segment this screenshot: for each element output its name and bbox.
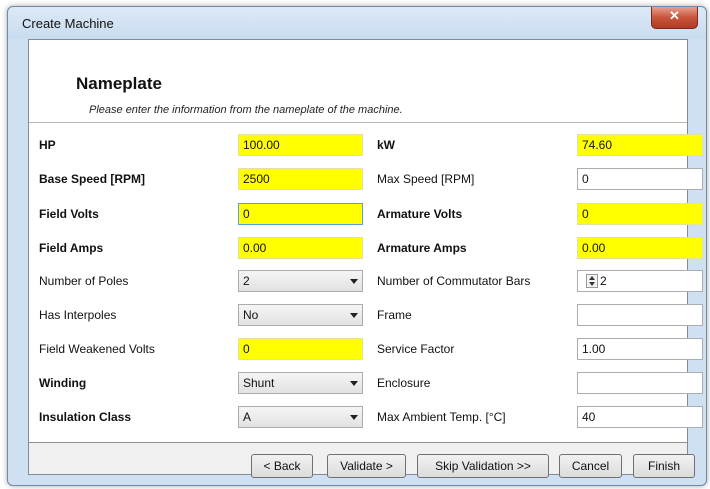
max-ambient-temp-label: Max Ambient Temp. [°C]: [377, 410, 506, 424]
armature-amps-label: Armature Amps: [377, 241, 467, 255]
insulation-class-value: A: [243, 410, 252, 424]
insulation-class-select[interactable]: A: [238, 406, 363, 428]
kw-label: kW: [377, 138, 395, 152]
insulation-class-label: Insulation Class: [39, 410, 132, 424]
number-of-poles-value: 2: [243, 274, 250, 288]
close-icon[interactable]: ✕: [652, 8, 697, 24]
base-speed-label: Base Speed [RPM]: [39, 172, 146, 186]
max-ambient-temp-input[interactable]: 40: [577, 406, 703, 428]
service-factor-label: Service Factor: [377, 342, 455, 356]
has-interpoles-label: Has Interpoles: [39, 308, 117, 322]
window-title: Create Machine: [22, 16, 114, 31]
dialog-body: Nameplate Please enter the information f…: [28, 39, 703, 475]
cancel-button[interactable]: Cancel: [559, 454, 622, 478]
close-button[interactable]: ✕: [651, 7, 698, 29]
chevron-down-icon[interactable]: [350, 415, 358, 420]
finish-button[interactable]: Finish: [633, 454, 695, 478]
enclosure-label: Enclosure: [377, 376, 431, 390]
page-title: Nameplate: [76, 74, 162, 93]
field-weakened-volts-label: Field Weakened Volts: [39, 342, 155, 356]
field-volts-label: Field Volts: [39, 207, 99, 221]
has-interpoles-select[interactable]: No: [238, 304, 363, 326]
title-bar: Create Machine ✕: [8, 7, 706, 39]
max-speed-input[interactable]: 0: [577, 168, 703, 190]
max-speed-label: Max Speed [RPM]: [377, 172, 475, 186]
field-weakened-volts-input[interactable]: 0: [238, 338, 363, 360]
field-volts-input[interactable]: 0: [238, 203, 363, 225]
page-header: Nameplate Please enter the information f…: [29, 40, 687, 123]
commutator-bars-label: Number of Commutator Bars: [377, 274, 531, 288]
back-button[interactable]: < Back: [251, 454, 313, 478]
number-of-poles-select[interactable]: 2: [238, 270, 363, 292]
winding-label: Winding: [39, 376, 87, 390]
service-factor-input[interactable]: 1.00: [577, 338, 703, 360]
field-amps-label: Field Amps: [39, 241, 104, 255]
has-interpoles-value: No: [243, 308, 259, 322]
chevron-down-icon[interactable]: [350, 313, 358, 318]
enclosure-input[interactable]: [577, 372, 703, 394]
base-speed-input[interactable]: 2500: [238, 168, 363, 190]
hp-input[interactable]: 100.00: [238, 134, 363, 156]
commutator-bars-value: 2: [600, 274, 607, 288]
hp-label: HP: [39, 138, 56, 152]
kw-input[interactable]: 74.60: [577, 134, 703, 156]
frame-input[interactable]: [577, 304, 703, 326]
create-machine-dialog: Create Machine ✕ Nameplate Please enter …: [7, 6, 707, 486]
chevron-down-icon[interactable]: [350, 381, 358, 386]
commutator-bars-stepper[interactable]: 2: [577, 270, 703, 292]
armature-volts-input[interactable]: 0: [577, 203, 703, 225]
armature-amps-input[interactable]: 0.00: [577, 237, 703, 259]
armature-volts-label: Armature Volts: [377, 207, 463, 221]
winding-select[interactable]: Shunt: [238, 372, 363, 394]
frame-label: Frame: [377, 308, 412, 322]
spinner-arrows-icon[interactable]: [586, 274, 598, 288]
chevron-down-icon[interactable]: [350, 279, 358, 284]
skip-validation-button[interactable]: Skip Validation >>: [417, 454, 549, 478]
field-amps-input[interactable]: 0.00: [238, 237, 363, 259]
page-subtitle: Please enter the information from the na…: [89, 104, 403, 116]
validate-button[interactable]: Validate >: [327, 454, 406, 478]
number-of-poles-label: Number of Poles: [39, 274, 129, 288]
winding-value: Shunt: [243, 376, 275, 390]
